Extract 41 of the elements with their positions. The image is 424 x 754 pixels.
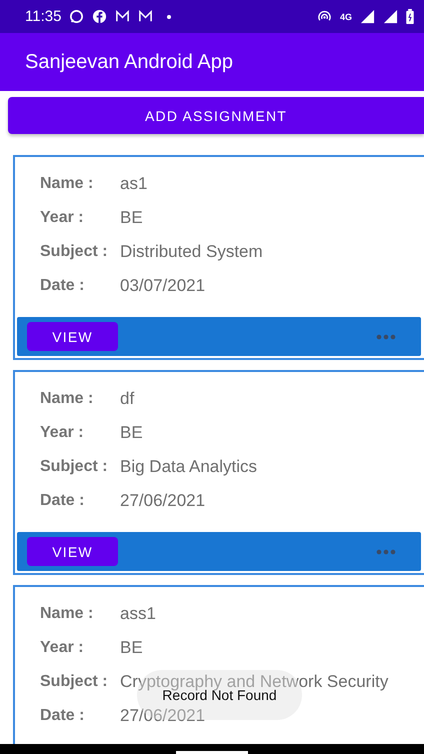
field-label: Name :	[40, 390, 94, 408]
field-label: Subject :	[40, 458, 109, 476]
field-value: 27/06/2021	[120, 491, 206, 511]
field-label: Name :	[40, 175, 94, 193]
field-label: Year :	[40, 424, 85, 442]
f-logo-icon	[92, 9, 108, 24]
field-value: Distributed System	[120, 242, 263, 262]
signal-icon	[383, 9, 398, 24]
field-value: BE	[120, 638, 143, 658]
network-type: 4G	[340, 12, 352, 22]
more-icon[interactable]	[376, 548, 396, 554]
signal-icon	[360, 9, 375, 24]
field-label: Year :	[40, 639, 85, 657]
home-handle[interactable]	[176, 751, 248, 754]
field-label: Date :	[40, 277, 86, 295]
field-value: BE	[120, 423, 143, 443]
more-icon[interactable]	[376, 334, 396, 340]
view-button[interactable]: VIEW	[27, 322, 118, 351]
chat-bubble-icon	[69, 9, 84, 24]
field-label: Name :	[40, 605, 94, 623]
field-value: Cryptography and Network Security	[120, 672, 388, 691]
status-time: 11:35	[25, 8, 62, 25]
battery-icon	[406, 9, 414, 24]
field-value: as1	[120, 174, 148, 194]
field-label: Year :	[40, 209, 85, 227]
field-value: df	[120, 389, 134, 409]
dot-icon	[167, 14, 172, 18]
field-label: Subject :	[40, 243, 109, 261]
field-label: Date :	[40, 707, 86, 725]
field-label: Date :	[40, 492, 86, 510]
mail-icon	[138, 9, 154, 24]
field-value: Big Data Analytics	[120, 457, 258, 477]
field-value: 03/07/2021	[120, 276, 206, 296]
add-assignment-button[interactable]: ADD ASSIGNMENT	[8, 97, 424, 134]
view-button[interactable]: VIEW	[27, 537, 118, 566]
app-title: Sanjeevan Android App	[25, 50, 233, 74]
field-value: BE	[120, 208, 143, 228]
field-label: Subject :	[40, 673, 109, 691]
field-value: ass1	[120, 604, 156, 624]
mail-icon	[115, 9, 130, 24]
field-value: 27/06/2021	[120, 706, 206, 726]
